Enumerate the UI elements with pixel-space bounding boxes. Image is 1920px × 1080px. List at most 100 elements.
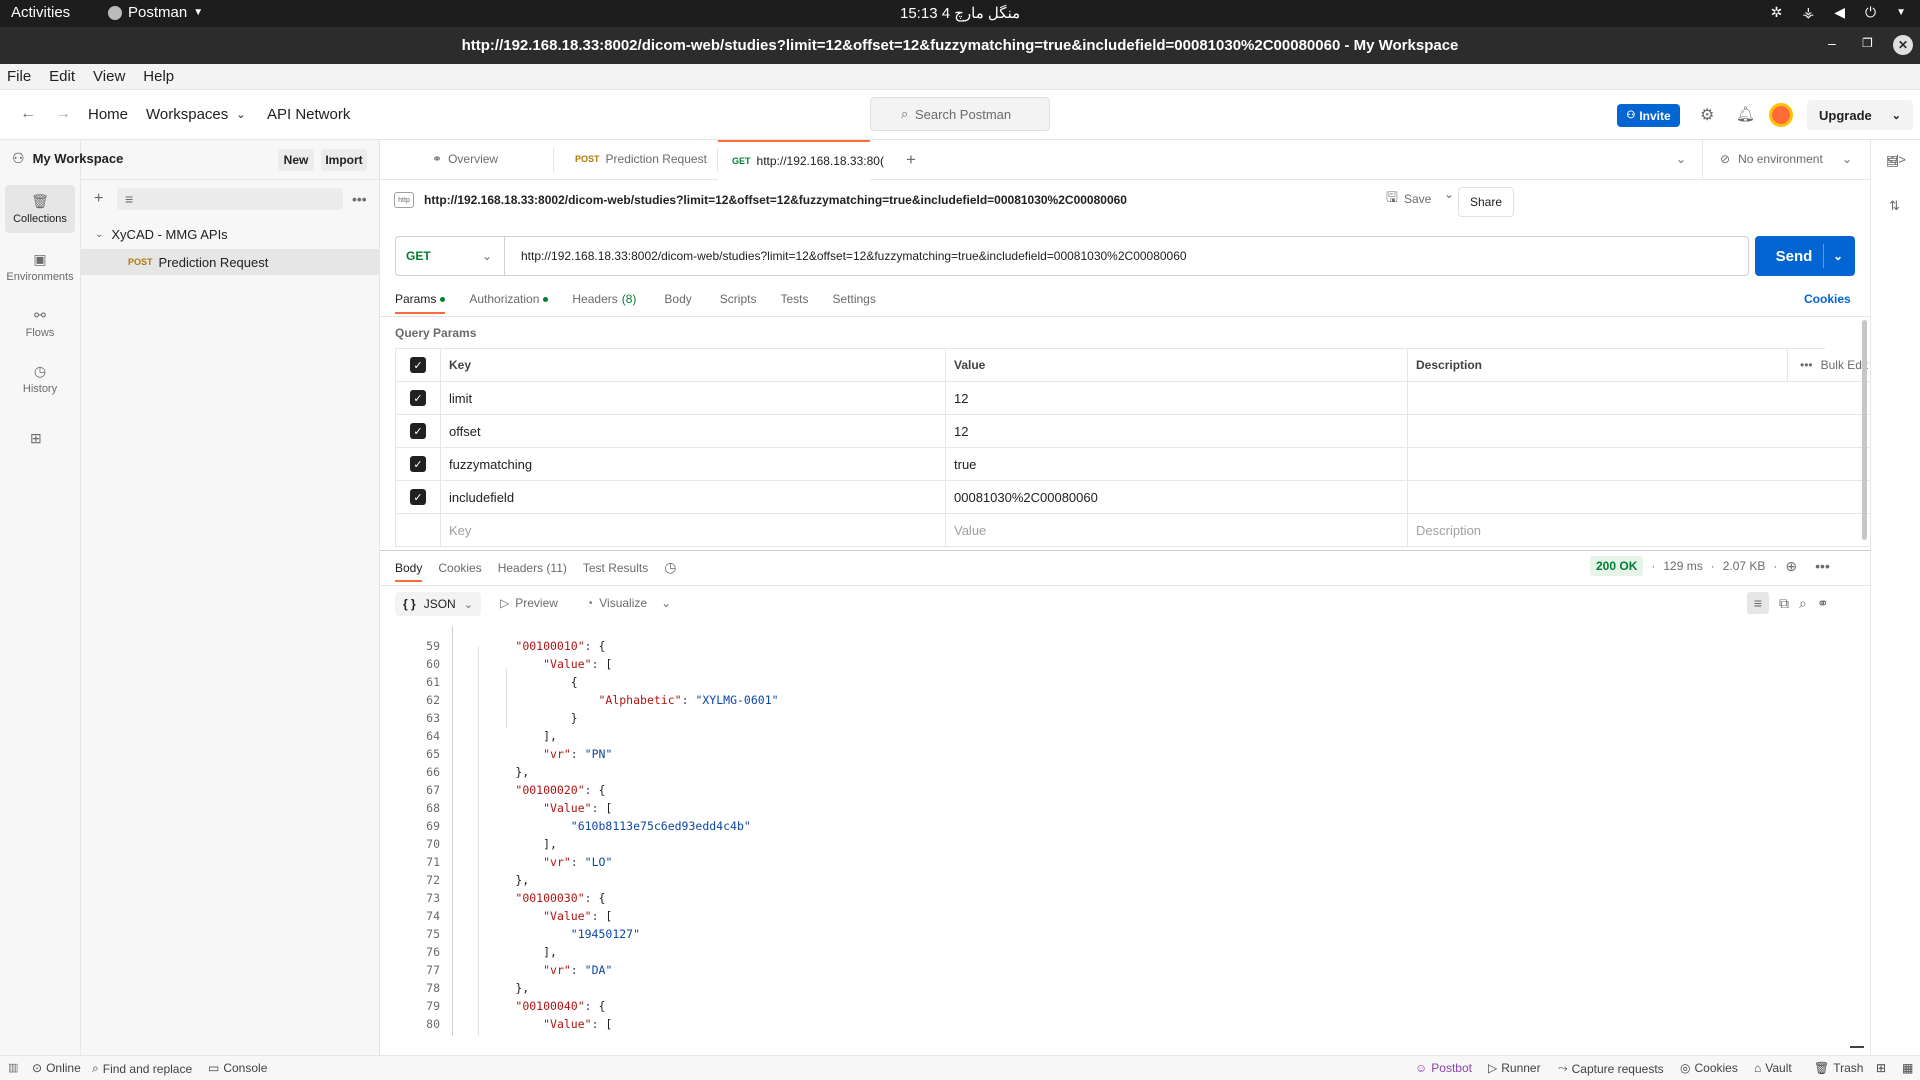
workspace-title[interactable]: ⚇ My Workspace (12, 150, 123, 167)
tray-caret-icon[interactable]: ▼ (1896, 7, 1906, 18)
new-button[interactable]: New (278, 149, 314, 171)
clock[interactable]: منگل مارچ 4 15:13 (900, 4, 1020, 22)
row-checkbox[interactable]: ✓ (410, 423, 426, 439)
request-item-prediction[interactable]: POST Prediction Request (81, 249, 380, 275)
tabs-chevron-icon[interactable]: ⌄ (1676, 152, 1686, 166)
trash-button[interactable]: 🗑︎ Trash (1814, 1061, 1863, 1075)
configure-rail-icon[interactable]: ⊞ (30, 430, 42, 447)
param-key[interactable]: limit (441, 382, 946, 415)
rail-flows[interactable]: ⚯ Flows (5, 299, 75, 347)
resize-handle[interactable] (1850, 1046, 1864, 1048)
response-tab-tests[interactable]: Test Results (583, 561, 648, 582)
network-icon[interactable]: ⚶ (1802, 4, 1814, 21)
console-button[interactable]: ▭ Console (208, 1061, 267, 1075)
url-input[interactable]: http://192.168.18.33:8002/dicom-web/stud… (521, 237, 1187, 275)
related-icon[interactable]: ⇅ (1889, 198, 1900, 214)
method-select[interactable]: GET ⌄ (396, 237, 505, 275)
param-value[interactable]: 12 (946, 382, 1408, 415)
add-icon[interactable]: + (94, 190, 103, 208)
menu-edit[interactable]: Edit (49, 68, 75, 85)
user-avatar[interactable] (1769, 103, 1793, 127)
cookies-button[interactable]: ◎ Cookies (1680, 1061, 1738, 1075)
collection-item[interactable]: ⌄ XyCAD - MMG APIs (81, 221, 380, 247)
invite-button[interactable]: ⚇ Invite (1617, 104, 1680, 127)
tab-get-request[interactable]: GET http://192.168.18.33:80( (718, 140, 884, 180)
send-chevron-icon[interactable]: ⌄ (1833, 249, 1843, 263)
system-tray[interactable]: ✲ ⚶ ◀ ⏻ ▼ (1771, 4, 1906, 21)
power-icon[interactable]: ⏻ (1865, 4, 1876, 21)
select-all-checkbox[interactable]: ✓ (410, 357, 426, 373)
environment-selector[interactable]: ⊘ No environment ⌄ (1720, 152, 1852, 166)
copy-icon[interactable]: ⧉ (1779, 595, 1789, 612)
param-value[interactable]: 00081030%2C00080060 (946, 481, 1408, 514)
extension-icon[interactable]: ✲ (1771, 4, 1783, 21)
tab-headers[interactable]: Headers (8) (572, 292, 636, 314)
close-window-icon[interactable]: ✕ (1893, 35, 1913, 55)
link-icon[interactable]: ⚭ (1817, 595, 1829, 612)
tab-settings[interactable]: Settings (832, 292, 875, 314)
request-title-text[interactable]: http://192.168.18.33:8002/dicom-web/stud… (424, 193, 1127, 207)
send-button[interactable]: Send ⌄ (1755, 236, 1855, 276)
tab-params[interactable]: Params (395, 292, 446, 314)
response-tab-body[interactable]: Body (395, 561, 423, 582)
toggle-sidebar-icon[interactable]: ▥ (8, 1061, 18, 1074)
maximize-icon[interactable]: ❐ (1862, 36, 1873, 50)
visualize-button[interactable]: ◔ Visualize ⌄ (586, 596, 671, 610)
capture-requests-button[interactable]: ⤳ Capture requests (1558, 1061, 1664, 1076)
documentation-icon[interactable]: ▤ (1886, 152, 1899, 169)
globe-icon[interactable]: ⊕ (1785, 558, 1797, 575)
forward-arrow-icon[interactable]: → (55, 105, 71, 123)
tab-scripts[interactable]: Scripts (720, 292, 757, 314)
param-description[interactable] (1408, 481, 1888, 514)
layout-icon[interactable]: ⊞ (1876, 1061, 1886, 1075)
save-button[interactable]: 🖫︎ Save (1386, 187, 1431, 211)
response-time[interactable]: 129 ms (1663, 559, 1702, 573)
cookies-link[interactable]: Cookies (1804, 292, 1851, 306)
new-value-input[interactable]: Value (946, 514, 1408, 547)
search-box[interactable]: ⌕ Search Postman (870, 97, 1050, 131)
save-chevron-icon[interactable]: ⌄ (1444, 187, 1454, 201)
more-icon[interactable]: ••• (1800, 358, 1813, 372)
pane-divider[interactable] (380, 550, 1870, 551)
bulk-edit-link[interactable]: Bulk Edit (1821, 358, 1868, 372)
volume-icon[interactable]: ◀ (1834, 4, 1845, 21)
params-scrollbar[interactable] (1862, 320, 1867, 540)
search-icon[interactable]: ⌕ (1799, 595, 1807, 612)
row-checkbox[interactable]: ✓ (410, 456, 426, 472)
import-button[interactable]: Import (321, 149, 367, 171)
rail-environments[interactable]: ▣ Environments (5, 243, 75, 291)
response-body[interactable]: 59 "00100010": {60 "Value": [61 {62 "Alp… (380, 626, 1860, 1036)
more-options-icon[interactable]: ••• (1815, 558, 1830, 574)
minimize-icon[interactable]: – (1828, 35, 1836, 51)
menu-file[interactable]: File (7, 68, 31, 85)
param-description[interactable] (1408, 448, 1888, 481)
api-network-link[interactable]: API Network (267, 106, 350, 123)
filter-input[interactable]: ≡ (117, 188, 343, 210)
param-value[interactable]: 12 (946, 415, 1408, 448)
more-options-icon[interactable]: ••• (352, 191, 367, 207)
new-key-input[interactable]: Key (441, 514, 946, 547)
param-description[interactable] (1408, 382, 1888, 415)
param-key[interactable]: fuzzymatching (441, 448, 946, 481)
online-status[interactable]: ⊙ Online (32, 1061, 81, 1075)
response-tab-cookies[interactable]: Cookies (438, 561, 481, 582)
share-button[interactable]: Share (1458, 187, 1514, 217)
new-description-input[interactable]: Description (1408, 514, 1888, 547)
find-replace-button[interactable]: ⌕ Find and replace (92, 1061, 192, 1076)
back-arrow-icon[interactable]: ← (20, 105, 36, 123)
home-link[interactable]: Home (88, 106, 128, 123)
vault-button[interactable]: ⌂ Vault (1754, 1061, 1792, 1075)
postbot-button[interactable]: ☺ Postbot (1415, 1061, 1472, 1075)
tab-body[interactable]: Body (664, 292, 691, 314)
param-key[interactable]: includefield (441, 481, 946, 514)
row-checkbox[interactable]: ✓ (410, 489, 426, 505)
help-icon[interactable]: ▦ (1902, 1061, 1913, 1075)
rail-collections[interactable]: 🗑︎ Collections (5, 185, 75, 233)
status-badge[interactable]: 200 OK (1590, 556, 1644, 576)
response-tab-headers[interactable]: Headers (11) (498, 561, 567, 582)
wrap-lines-icon[interactable]: ≡ (1747, 592, 1769, 614)
row-checkbox[interactable]: ✓ (410, 390, 426, 406)
settings-gear-icon[interactable]: ⚙ (1700, 105, 1714, 125)
tab-overview[interactable]: ⚭ Overview (432, 152, 498, 166)
tab-authorization[interactable]: Authorization (469, 292, 549, 314)
